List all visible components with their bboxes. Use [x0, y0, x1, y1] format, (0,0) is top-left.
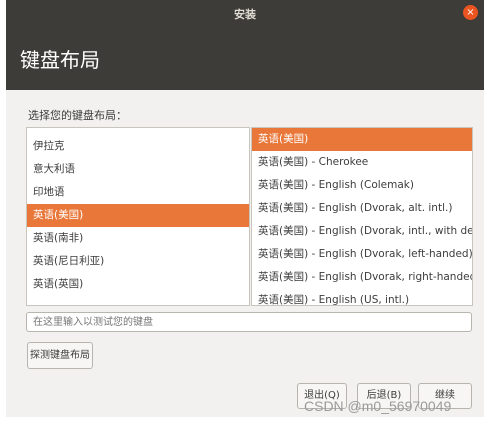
- language-list-item[interactable]: 英语(美国): [27, 204, 249, 227]
- close-icon[interactable]: ×: [463, 5, 478, 20]
- layout-prompt: 选择您的键盘布局：: [28, 109, 127, 122]
- variant-list-item[interactable]: 英语(美国) - English (Dvorak, intl., with de…: [252, 220, 472, 243]
- detect-layout-button[interactable]: 探测键盘布局: [27, 342, 93, 369]
- page-header: 键盘布局: [6, 26, 484, 90]
- variant-list-item[interactable]: 英语(美国) - English (Dvorak, right-handed): [252, 266, 472, 289]
- variant-list-item[interactable]: 英语(美国) - Cherokee: [252, 151, 472, 174]
- keyboard-test-input[interactable]: [26, 312, 472, 332]
- variant-list-item[interactable]: 英语(美国) - English (Colemak): [252, 174, 472, 197]
- window-title: 安装: [234, 8, 256, 21]
- language-list-item[interactable]: 伊拉克: [27, 135, 249, 158]
- variant-list-item[interactable]: 英语(美国): [252, 128, 472, 151]
- variant-list-item[interactable]: 英语(美国) - English (Dvorak, left-handed): [252, 243, 472, 266]
- variant-list-item[interactable]: 英语(美国) - English (US, intl.): [252, 289, 472, 305]
- language-list-item[interactable]: 英语(尼日利亚): [27, 250, 249, 273]
- variant-list-item[interactable]: 英语(美国) - English (Dvorak, alt. intl.): [252, 197, 472, 220]
- language-list-item[interactable]: 英语(英国): [27, 273, 249, 296]
- page-title: 键盘布局: [20, 48, 100, 72]
- language-list-item[interactable]: 印地语: [27, 181, 249, 204]
- language-list[interactable]: 伊拉克 意大利语 印地语 英语(美国) 英语(南非) 英语(尼日利亚) 英语(英国): [26, 127, 250, 306]
- variant-list[interactable]: 英语(美国) 英语(美国) - Cherokee 英语(美国) - English …: [251, 127, 473, 306]
- title-bar: 安装 ×: [6, 0, 484, 26]
- language-list-item[interactable]: 意大利语: [27, 158, 249, 181]
- language-list-item[interactable]: 英语(南非): [27, 227, 249, 250]
- installer-window: 安装 × 键盘布局 选择您的键盘布局： 伊拉克 意大利语 印地语 英语(美国) 英语(南…: [6, 0, 484, 417]
- csdn-watermark: CSDN @m0_56970049: [304, 398, 452, 414]
